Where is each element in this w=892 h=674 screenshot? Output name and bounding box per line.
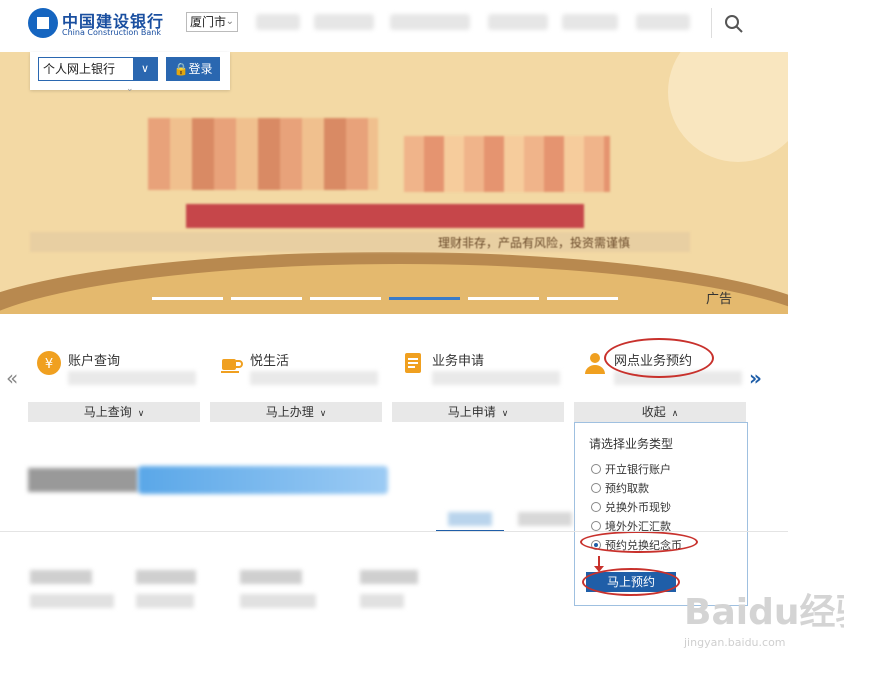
search-icon[interactable]	[724, 14, 744, 34]
chevron-down-icon: ∨	[319, 409, 327, 419]
service-button[interactable]: 马上查询 ∨	[28, 402, 200, 422]
service-desc-blurred	[68, 371, 196, 385]
watermark-brand: Baidu经验	[684, 592, 844, 633]
option-label: 兑换外币现钞	[605, 501, 671, 514]
service-button-label: 马上办理	[265, 405, 314, 419]
city-selector[interactable]: 厦门市 ⌄	[186, 12, 238, 32]
banner-sun-decoration	[668, 52, 788, 162]
ccb-logo[interactable]: 中国建设银行 China Construction Bank	[28, 8, 188, 42]
radio-icon	[591, 483, 601, 493]
promo-banner[interactable]: 理财非存，产品有风险，投资需谨慎 广告	[0, 52, 788, 314]
service-button-label: 马上查询	[83, 405, 132, 419]
service-title: 业务申请	[432, 354, 485, 369]
lock-icon: 🔒	[173, 62, 189, 76]
service-desc-blurred	[250, 371, 378, 385]
ccb-logo-icon	[28, 8, 58, 38]
highlight-circle	[604, 338, 714, 378]
service-button-label: 马上申请	[447, 405, 496, 419]
city-label: 厦门市	[190, 15, 227, 29]
section-title-blurred	[28, 468, 138, 492]
option-open-account[interactable]: 开立银行账户	[591, 461, 671, 477]
nav-item-blurred[interactable]	[562, 14, 618, 30]
chevron-down-icon: ⌄	[225, 16, 234, 27]
yen-coin-icon: ¥	[37, 351, 61, 375]
section-divider	[0, 531, 788, 532]
carousel-dot[interactable]	[231, 297, 302, 300]
banner-subtitle-bar	[186, 204, 584, 228]
watermark-url: jingyan.baidu.com	[684, 636, 786, 649]
next-arrow-icon[interactable]: »	[749, 366, 762, 390]
carousel-dot[interactable]	[547, 297, 618, 300]
carousel-dot[interactable]	[468, 297, 539, 300]
service-application: 业务申请 马上申请 ∨	[392, 346, 568, 422]
service-life: 悦生活 马上办理 ∨	[210, 346, 386, 422]
option-currency-exchange[interactable]: 兑换外币现钞	[591, 499, 671, 515]
option-label: 开立银行账户	[605, 463, 671, 476]
radio-icon	[591, 521, 601, 531]
service-title: 悦生活	[250, 354, 290, 369]
banner-headline-blurred	[148, 118, 378, 190]
highlight-circle	[582, 568, 680, 596]
svg-text:¥: ¥	[45, 357, 53, 372]
service-desc-blurred	[432, 371, 560, 385]
arrow-down-icon	[594, 556, 604, 572]
banner-tagline-visible: 理财非存，产品有风险，投资需谨慎	[438, 236, 631, 250]
chevron-up-icon: ∧	[671, 409, 679, 419]
nav-item-blurred[interactable]	[314, 14, 374, 30]
nav-item-blurred[interactable]	[636, 14, 690, 30]
content-item-blurred[interactable]	[30, 594, 114, 608]
carousel-dot-active[interactable]	[389, 297, 460, 300]
tab-blurred[interactable]	[518, 512, 572, 526]
carousel-dot[interactable]	[310, 297, 381, 300]
carousel-dot[interactable]	[152, 297, 223, 300]
nav-item-blurred[interactable]	[256, 14, 300, 30]
coffee-cup-icon	[221, 359, 243, 373]
content-item-blurred[interactable]	[136, 570, 196, 584]
radio-icon	[591, 502, 601, 512]
login-type-select[interactable]: 个人网上银行 ∨	[38, 57, 158, 81]
nav-item-blurred[interactable]	[488, 14, 548, 30]
content-item-blurred[interactable]	[30, 570, 92, 584]
panel-title: 请选择业务类型	[589, 437, 674, 451]
carousel-indicators	[152, 297, 618, 300]
service-title: 账户查询	[68, 354, 121, 369]
login-type-value: 个人网上银行	[43, 62, 116, 76]
service-account-query: ¥ 账户查询 马上查询 ∨	[28, 346, 204, 422]
content-item-blurred[interactable]	[240, 570, 302, 584]
logo-english: China Construction Bank	[62, 28, 161, 37]
section-banner-blurred	[138, 466, 388, 494]
highlight-circle	[580, 531, 698, 553]
service-button[interactable]: 马上申请 ∨	[392, 402, 564, 422]
tab-blurred[interactable]	[448, 512, 492, 526]
content-item-blurred[interactable]	[360, 570, 418, 584]
login-button-label: 登录	[188, 62, 213, 76]
header-divider	[711, 8, 712, 38]
content-item-blurred[interactable]	[240, 594, 316, 608]
ad-label: 广告	[706, 292, 733, 307]
content-item-blurred[interactable]	[360, 594, 404, 608]
page: 中国建设银行 China Construction Bank 厦门市 ⌄ 理财非…	[0, 0, 892, 674]
option-label: 预约取款	[605, 482, 649, 495]
service-button-label: 收起	[641, 405, 666, 419]
service-button[interactable]: 马上办理 ∨	[210, 402, 382, 422]
chevron-down-icon: ∨	[501, 409, 509, 419]
nav-item-blurred[interactable]	[390, 14, 470, 30]
banner-headline-blurred	[404, 136, 610, 192]
chevron-down-icon: ∨	[133, 58, 157, 80]
content-item-blurred[interactable]	[136, 594, 194, 608]
document-icon	[405, 353, 421, 373]
collapse-chevron-icon[interactable]: ⌄	[126, 84, 134, 94]
login-button[interactable]: 🔒登录	[166, 57, 220, 81]
baidu-paw-icon: Baidu经验	[684, 592, 844, 633]
radio-icon	[591, 464, 601, 474]
collapse-button[interactable]: 收起 ∧	[574, 402, 746, 422]
site-header: 中国建设银行 China Construction Bank 厦门市 ⌄	[0, 0, 760, 52]
prev-arrow-icon[interactable]: «	[6, 366, 18, 390]
option-withdrawal[interactable]: 预约取款	[591, 480, 649, 496]
chevron-down-icon: ∨	[137, 409, 145, 419]
